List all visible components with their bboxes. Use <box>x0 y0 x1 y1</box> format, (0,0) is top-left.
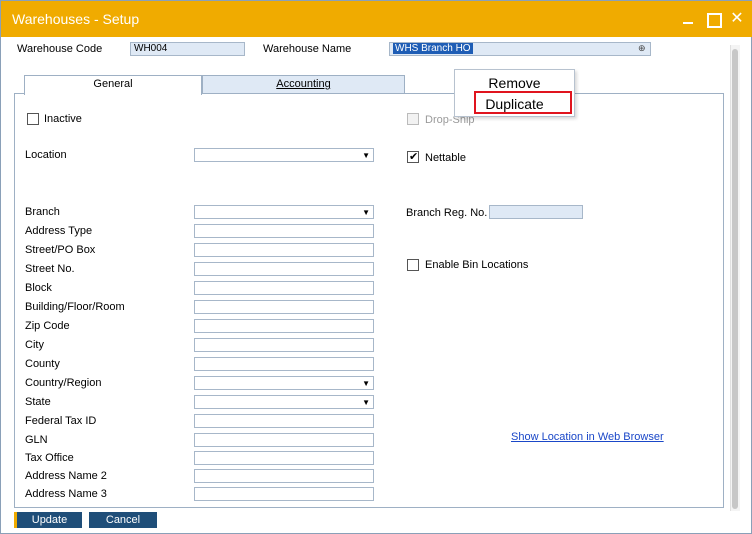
country-region-select[interactable] <box>194 376 374 390</box>
branch-reg-no-field[interactable] <box>489 205 583 219</box>
tax-office-label: Tax Office <box>25 452 74 464</box>
enable-bin-locations-checkbox[interactable] <box>407 259 419 271</box>
location-select[interactable] <box>194 148 374 162</box>
building-floor-room-label: Building/Floor/Room <box>25 301 125 313</box>
tax-office-field[interactable] <box>194 451 374 465</box>
address-name-2-field[interactable] <box>194 469 374 483</box>
city-label: City <box>25 339 44 351</box>
title-bar: Warehouses - Setup ✕ <box>1 1 752 37</box>
branch-select[interactable] <box>194 205 374 219</box>
block-label: Block <box>25 282 52 294</box>
show-location-link[interactable]: Show Location in Web Browser <box>511 431 664 443</box>
zip-code-label: Zip Code <box>25 320 70 332</box>
gln-field[interactable] <box>194 433 374 447</box>
street-po-box-field[interactable] <box>194 243 374 257</box>
nettable-label: Nettable <box>425 152 466 164</box>
duplicate-highlight-box <box>474 91 572 114</box>
close-icon[interactable]: ✕ <box>725 7 749 31</box>
block-field[interactable] <box>194 281 374 295</box>
state-select[interactable] <box>194 395 374 409</box>
update-button[interactable]: Update <box>14 512 82 528</box>
warehouse-code-field[interactable]: WH004 <box>130 42 245 56</box>
state-label: State <box>25 396 51 408</box>
drop-ship-checkbox <box>407 113 419 125</box>
window-title: Warehouses - Setup <box>12 11 140 27</box>
branch-reg-no-label: Branch Reg. No. <box>406 207 488 219</box>
warehouse-name-value: WHS Branch HO <box>393 43 473 54</box>
tab-accounting-label: Accounting <box>276 78 331 90</box>
warehouse-code-label: Warehouse Code <box>17 43 103 55</box>
tab-general[interactable]: General <box>24 75 202 95</box>
inactive-checkbox[interactable] <box>27 113 39 125</box>
maximize-icon[interactable] <box>701 7 725 31</box>
context-menu-remove[interactable]: Remove <box>455 73 574 93</box>
county-field[interactable] <box>194 357 374 371</box>
inactive-label: Inactive <box>44 113 82 125</box>
gln-label: GLN <box>25 434 48 446</box>
street-po-box-label: Street/PO Box <box>25 244 96 256</box>
tab-accounting[interactable]: Accounting <box>202 75 405 94</box>
street-no-label: Street No. <box>25 263 75 275</box>
building-floor-room-field[interactable] <box>194 300 374 314</box>
address-name-3-field[interactable] <box>194 487 374 501</box>
address-name-3-label: Address Name 3 <box>25 488 107 500</box>
federal-tax-id-label: Federal Tax ID <box>25 415 97 427</box>
location-label: Location <box>25 149 67 161</box>
tab-general-label: General <box>93 78 133 90</box>
warehouse-name-field[interactable]: WHS Branch HO <box>389 42 651 56</box>
country-region-label: Country/Region <box>25 377 102 389</box>
scrollbar-thumb[interactable] <box>732 49 738 509</box>
address-type-label: Address Type <box>25 225 93 237</box>
federal-tax-id-field[interactable] <box>194 414 374 428</box>
warehouses-setup-window: Warehouses - Setup ✕ Warehouse Code WH00… <box>0 0 752 534</box>
city-field[interactable] <box>194 338 374 352</box>
branch-label: Branch <box>25 206 60 218</box>
street-no-field[interactable] <box>194 262 374 276</box>
county-label: County <box>25 358 60 370</box>
nettable-checkbox[interactable] <box>407 150 419 163</box>
warehouse-name-label: Warehouse Name <box>263 43 352 55</box>
translation-icon[interactable]: ⊕ <box>638 43 648 53</box>
enable-bin-locations-label: Enable Bin Locations <box>425 259 529 271</box>
cancel-button[interactable]: Cancel <box>89 512 157 528</box>
zip-code-field[interactable] <box>194 319 374 333</box>
address-type-field[interactable] <box>194 224 374 238</box>
minimize-icon[interactable] <box>677 7 701 31</box>
address-name-2-label: Address Name 2 <box>25 470 107 482</box>
